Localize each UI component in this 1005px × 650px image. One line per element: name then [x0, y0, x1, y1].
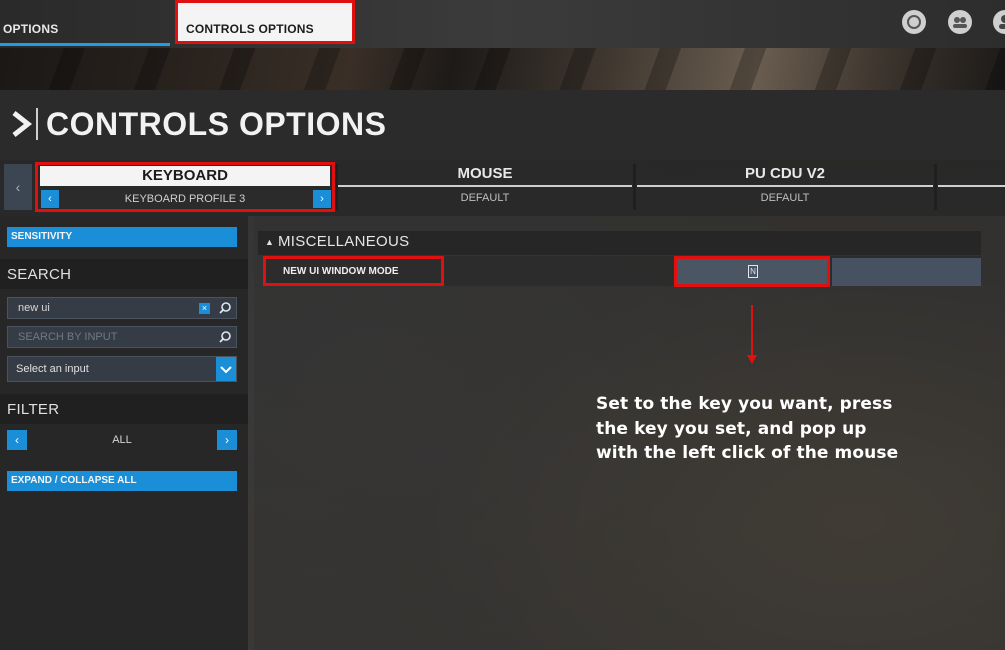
annotation-arrow-head [747, 355, 757, 364]
tab-keyboard-label: KEYBOARD [40, 166, 330, 186]
pu-cdu-profile-value: DEFAULT [760, 192, 810, 204]
search-input-value: new ui [18, 302, 50, 314]
annotation-line-1: Set to the key you want, press [596, 394, 893, 414]
select-input-dropdown[interactable]: Select an input [7, 356, 237, 382]
title-divider [36, 108, 38, 140]
search-by-input-field[interactable]: SEARCH BY INPUT [7, 326, 237, 348]
tab-pu-cdu-label: PU CDU V2 [744, 165, 826, 182]
tab-underline [338, 185, 632, 187]
search-input[interactable]: new ui × [7, 297, 237, 319]
active-tab-underline [0, 43, 170, 46]
category-title: MISCELLANEOUS [278, 233, 410, 250]
primary-key-slot[interactable]: N [674, 256, 830, 287]
caret-up-icon[interactable]: ▲ [265, 237, 274, 247]
filter-value: ALL [112, 434, 132, 446]
sensitivity-button[interactable]: SENSITIVITY [7, 227, 237, 247]
group-icon[interactable] [948, 10, 972, 34]
filter-next-button[interactable]: › [217, 430, 237, 450]
key-icon: N [748, 265, 758, 278]
tab-separator [934, 164, 937, 210]
mouse-profile-value: DEFAULT [460, 192, 510, 204]
chevron-down-icon[interactable] [216, 357, 236, 381]
tab-mouse-label: MOUSE [457, 165, 513, 182]
secondary-key-slot[interactable] [832, 258, 981, 286]
annotation-arrow-line [751, 305, 753, 357]
expand-collapse-all-button[interactable]: EXPAND / COLLAPSE ALL [7, 471, 237, 491]
tab-mouse[interactable]: MOUSE DEFAULT [338, 163, 632, 209]
profile-prev-button[interactable]: ‹ [41, 190, 59, 208]
search-heading: SEARCH [7, 266, 72, 283]
chevron-right-icon[interactable] [8, 109, 38, 139]
keyboard-profile-value: KEYBOARD PROFILE 3 [40, 190, 330, 208]
select-input-label: Select an input [16, 363, 89, 375]
tab-keyboard[interactable]: KEYBOARD KEYBOARD PROFILE 3 ‹ › [35, 162, 335, 212]
tab-next-device[interactable] [938, 163, 1005, 209]
search-icon[interactable] [218, 301, 232, 315]
clear-icon[interactable]: × [199, 303, 210, 314]
annotation-line-2: the key you set, and pop up [596, 418, 867, 439]
filter-prev-button[interactable]: ‹ [7, 430, 27, 450]
filter-selector: ‹ ALL › [7, 430, 237, 452]
page-title: CONTROLS OPTIONS [46, 106, 387, 142]
annotation-line-3: with the left click of the mouse [596, 443, 899, 463]
profile-settings-icon[interactable] [902, 10, 926, 34]
tab-controls-options[interactable]: CONTROLS OPTIONS [175, 0, 355, 44]
annotation-text: Set to the key you want, press the key y… [596, 392, 916, 466]
profile-next-button[interactable]: › [313, 190, 331, 208]
user-icon[interactable] [993, 10, 1005, 34]
filter-heading: FILTER [7, 401, 60, 418]
tab-separator [633, 164, 636, 210]
tab-options[interactable]: OPTIONS [0, 0, 170, 44]
tab-pu-cdu-v2[interactable]: PU CDU V2 DEFAULT [637, 163, 933, 209]
search-by-input-placeholder: SEARCH BY INPUT [18, 331, 118, 343]
cockpit-shading [0, 48, 1005, 90]
binding-name[interactable]: NEW UI WINDOW MODE [263, 256, 444, 286]
search-icon[interactable] [218, 330, 232, 344]
tab-underline [938, 185, 1005, 187]
tabs-scroll-left-button[interactable]: ‹ [4, 164, 32, 210]
tab-underline [637, 185, 933, 187]
